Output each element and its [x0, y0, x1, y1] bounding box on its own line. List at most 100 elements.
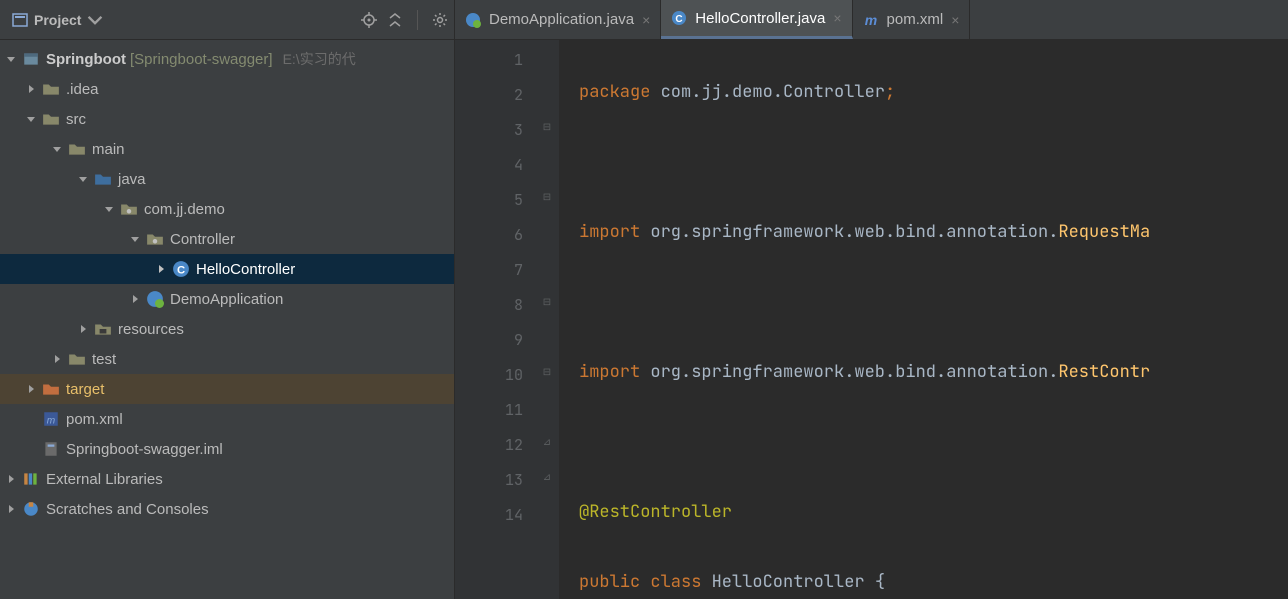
tree-root-path: E:\实习的代: [283, 49, 356, 69]
line-number[interactable]: 12: [455, 427, 535, 462]
fold-handle[interactable]: ⊟: [535, 110, 559, 145]
line-number[interactable]: 7: [455, 252, 535, 287]
gear-icon[interactable]: [432, 12, 448, 28]
chevron-down-icon[interactable]: [128, 232, 142, 246]
tree-item-controller-pkg[interactable]: Controller: [0, 224, 454, 254]
line-number[interactable]: 13: [455, 462, 535, 497]
line-number[interactable]: 2: [455, 77, 535, 112]
chevron-right-icon[interactable]: [4, 502, 18, 516]
line-number[interactable]: 6: [455, 217, 535, 252]
svg-text:m: m: [47, 416, 55, 427]
fold-end[interactable]: ⊿: [535, 460, 559, 495]
chevron-down-icon[interactable]: [50, 142, 64, 156]
line-number[interactable]: 14: [455, 497, 535, 532]
tree-label: java: [118, 171, 146, 188]
tree-label: test: [92, 351, 116, 368]
maven-icon: m: [863, 12, 879, 28]
folder-icon: [42, 110, 60, 128]
close-icon[interactable]: ×: [951, 12, 959, 28]
tree-label: HelloController: [196, 261, 295, 278]
project-icon: [12, 12, 28, 28]
collapse-all-icon[interactable]: [387, 12, 403, 28]
fold-handle[interactable]: ⊟: [535, 355, 559, 390]
class-decl: HelloController: [712, 571, 865, 593]
maven-icon: m: [42, 410, 60, 428]
line-number[interactable]: 8: [455, 287, 535, 322]
folder-icon: [68, 350, 86, 368]
chevron-down-icon[interactable]: [24, 112, 38, 126]
class-icon: C: [671, 10, 687, 26]
svg-text:C: C: [177, 265, 185, 277]
fold-handle[interactable]: ⊟: [535, 285, 559, 320]
tree-item-target[interactable]: target: [0, 374, 454, 404]
annotation: @RestController: [579, 501, 732, 523]
svg-text:C: C: [676, 14, 683, 25]
tree-item-test[interactable]: test: [0, 344, 454, 374]
folder-icon: [42, 80, 60, 98]
chevron-right-icon[interactable]: [4, 472, 18, 486]
tab-pom[interactable]: m pom.xml ×: [853, 0, 971, 39]
tree-item-pkg[interactable]: com.jj.demo: [0, 194, 454, 224]
tree-item-scratches[interactable]: Scratches and Consoles: [0, 494, 454, 524]
project-tree[interactable]: Springboot [Springboot-swagger] E:\实习的代 …: [0, 40, 454, 599]
line-number[interactable]: 3: [455, 112, 535, 147]
tree-item-pom[interactable]: m pom.xml: [0, 404, 454, 434]
tree-root-name: Springboot: [46, 51, 126, 68]
project-sidebar: Project Springboot [Springboot-s: [0, 0, 455, 599]
sidebar-header: Project: [0, 0, 454, 40]
chevron-right-icon[interactable]: [50, 352, 64, 366]
tree-item-java[interactable]: java: [0, 164, 454, 194]
chevron-right-icon[interactable]: [76, 322, 90, 336]
code-editor[interactable]: package com.jj.demo.Controller; import o…: [559, 40, 1288, 599]
chevron-down-icon[interactable]: [76, 172, 90, 186]
chevron-right-icon[interactable]: [154, 262, 168, 276]
tree-item-resources[interactable]: resources: [0, 314, 454, 344]
close-icon[interactable]: ×: [833, 10, 841, 26]
tab-hello-controller[interactable]: C HelloController.java ×: [661, 0, 852, 39]
scratches-icon: [22, 500, 40, 518]
excluded-folder-icon: [42, 380, 60, 398]
line-number[interactable]: 4: [455, 147, 535, 182]
chevron-right-icon[interactable]: [128, 292, 142, 306]
tab-bar: DemoApplication.java × C HelloController…: [455, 0, 1288, 40]
tree-root[interactable]: Springboot [Springboot-swagger] E:\实习的代: [0, 44, 454, 74]
kw-package: package: [579, 81, 650, 103]
fold-end[interactable]: ⊿: [535, 425, 559, 460]
tab-label: DemoApplication.java: [489, 11, 634, 28]
fold-bar[interactable]: ⊟ ⊟ ⊟ ⊟ ⊿ ⊿: [535, 40, 559, 599]
chevron-down-icon[interactable]: [4, 52, 18, 66]
line-number[interactable]: 10: [455, 357, 535, 392]
tree-item-external-libs[interactable]: External Libraries: [0, 464, 454, 494]
tree-item-main[interactable]: main: [0, 134, 454, 164]
chevron-right-icon[interactable]: [24, 82, 38, 96]
tree-item-demo-application[interactable]: DemoApplication: [0, 284, 454, 314]
kw-import: import: [579, 221, 640, 243]
tree-item-idea[interactable]: .idea: [0, 74, 454, 104]
source-folder-icon: [94, 170, 112, 188]
chevron-right-icon[interactable]: [24, 382, 38, 396]
project-view-dropdown[interactable]: Project: [6, 10, 109, 30]
line-number[interactable]: 1: [455, 42, 535, 77]
tree-label: .idea: [66, 81, 99, 98]
import-path: org.springframework.web.bind.annotation.: [640, 361, 1058, 383]
locate-icon[interactable]: [361, 12, 377, 28]
line-number[interactable]: 5: [455, 182, 535, 217]
sidebar-title-label: Project: [34, 12, 81, 28]
kw-class: class: [650, 571, 701, 593]
line-gutter[interactable]: 1 2 3 4 5 6 7 8 9 10 11 12 13 14: [455, 40, 535, 599]
chevron-down-icon[interactable]: [102, 202, 116, 216]
tree-item-src[interactable]: src: [0, 104, 454, 134]
fold-handle[interactable]: ⊟: [535, 180, 559, 215]
tree-label: DemoApplication: [170, 291, 283, 308]
tab-demo-application[interactable]: DemoApplication.java ×: [455, 0, 661, 39]
close-icon[interactable]: ×: [642, 12, 650, 28]
pkg-name: com.jj.demo.Controller: [650, 81, 885, 103]
line-number[interactable]: 9: [455, 322, 535, 357]
tree-item-hello-controller[interactable]: C HelloController: [0, 254, 454, 284]
spring-class-icon: [465, 12, 481, 28]
line-number[interactable]: 11: [455, 392, 535, 427]
tree-item-iml[interactable]: Springboot-swagger.iml: [0, 434, 454, 464]
tree-label: resources: [118, 321, 184, 338]
kw-public: public: [579, 571, 640, 593]
tree-label: main: [92, 141, 125, 158]
